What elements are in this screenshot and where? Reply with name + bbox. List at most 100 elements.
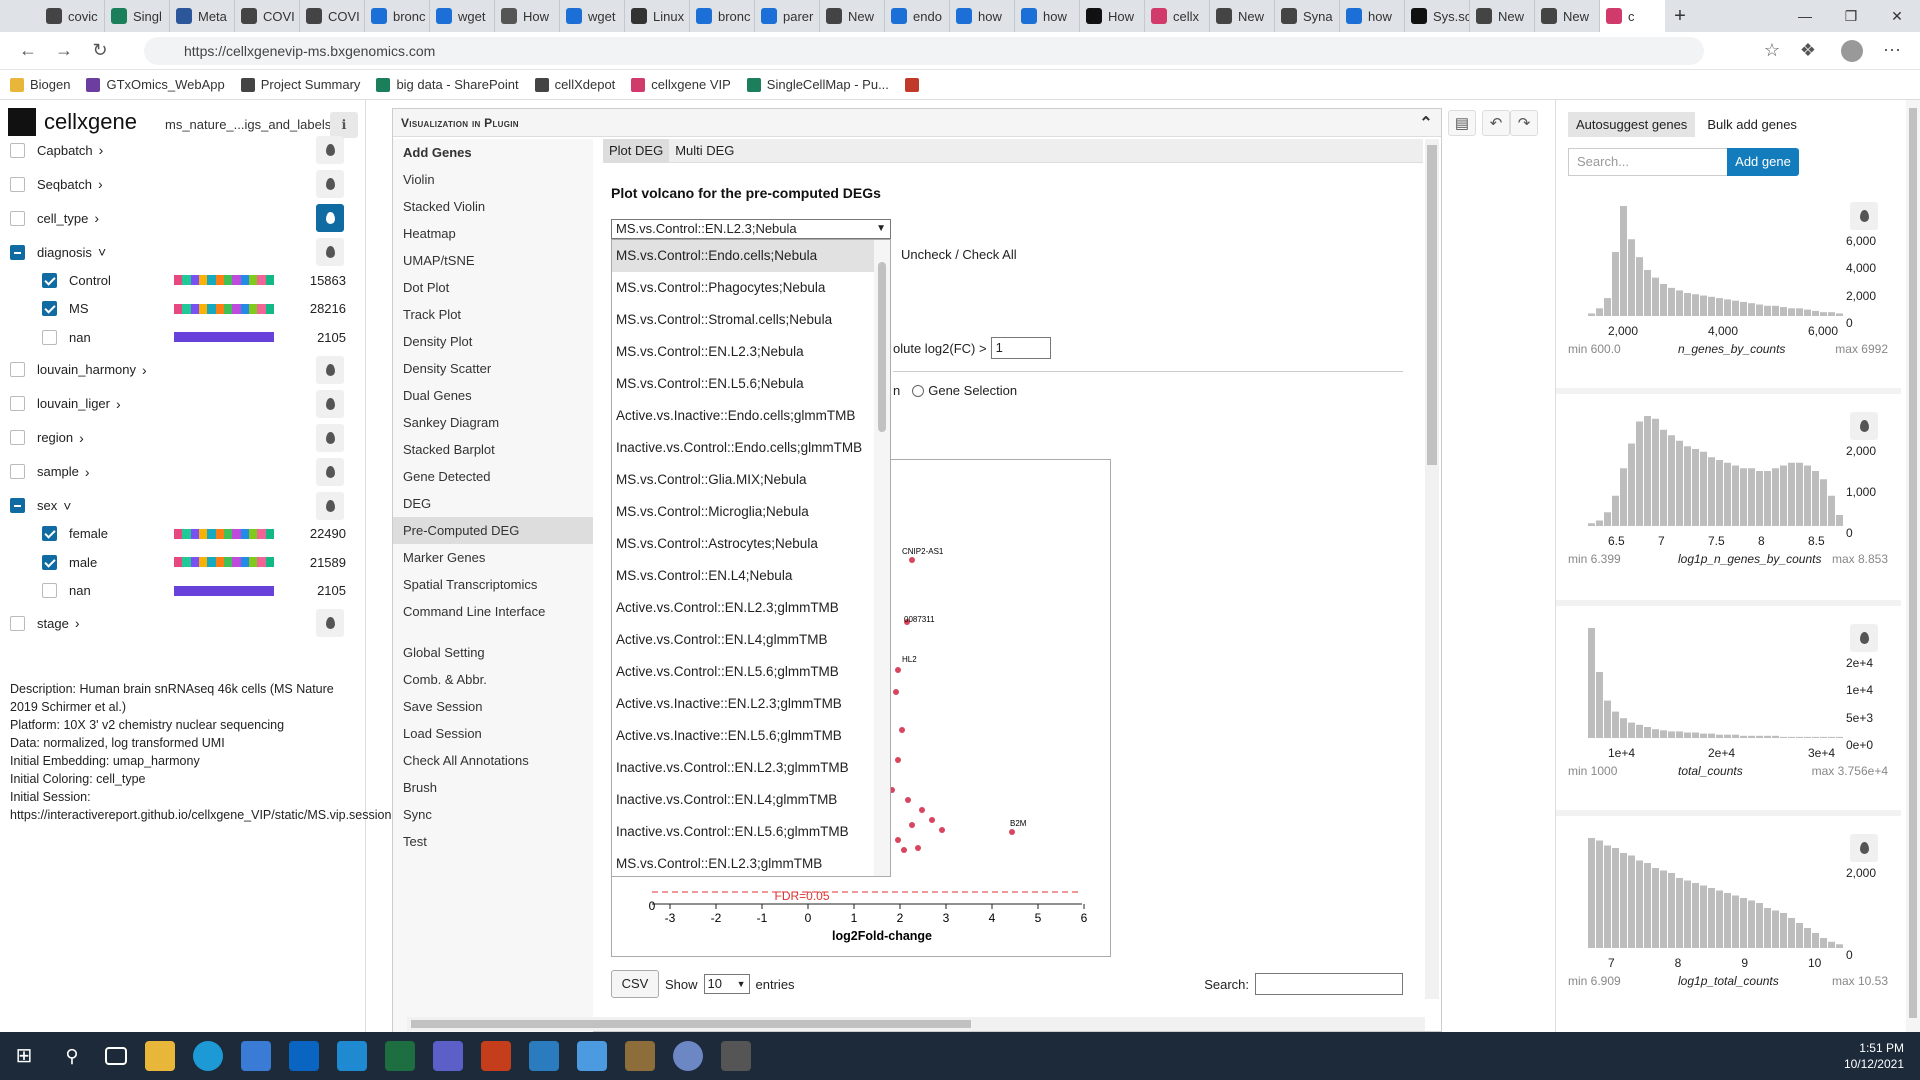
chevron-right-icon[interactable]: › [75,615,80,631]
category-checkbox[interactable] [10,396,25,411]
powerpoint-icon[interactable] [481,1041,511,1071]
redo-icon[interactable]: ↷ [1510,110,1538,136]
chevron-down-icon[interactable]: ˅ [63,498,71,514]
chevron-right-icon[interactable]: › [94,210,99,226]
category-sample[interactable]: sample › [10,457,356,486]
plugin-menu-item[interactable]: Save Session [393,693,593,720]
bookmark-item[interactable]: Project Summary [240,77,360,92]
dropdown-option[interactable]: MS.vs.Control::Phagocytes;Nebula [612,272,890,304]
plugin-menu-item[interactable]: Marker Genes [393,544,593,571]
bookmark-item[interactable]: big data - SharePoint [376,77,519,92]
app-icon[interactable] [721,1041,751,1071]
browser-tab[interactable]: COVI [300,0,365,32]
info-button[interactable]: ℹ [330,112,358,138]
forward-icon[interactable]: → [46,36,82,66]
log2fc-input[interactable]: 1 [990,337,1051,359]
windows-start-icon[interactable]: ⊞ [9,1041,39,1071]
bookmark-item[interactable]: GTxOmics_WebApp [86,77,225,92]
browser-tab[interactable]: bronc [365,0,430,32]
category-value-row[interactable]: MS 28216 [42,297,362,321]
chevron-right-icon[interactable]: › [99,142,104,158]
category-checkbox[interactable] [10,615,25,631]
plugin-menu-item[interactable]: Heatmap [393,220,593,247]
browser-tab[interactable]: parer [755,0,820,32]
category-value-row[interactable]: Control 15863 [42,268,362,292]
store-icon[interactable] [241,1041,271,1071]
category-value-row[interactable]: nan 2105 [42,325,362,349]
dropdown-option[interactable]: Inactive.vs.Control::Endo.cells;glmmTMB [612,432,890,464]
plugin-menu-item[interactable]: Dot Plot [393,274,593,301]
histogram-log1p-total-counts[interactable]: 2,000 0 7 8 9 10 min 6.909 log1p_total_counts ma… [1568,822,1888,1032]
plugin-menu-item[interactable]: Stacked Violin [393,193,593,220]
category-stage[interactable]: stage › [10,609,356,637]
close-icon[interactable]: ✕ [1874,0,1920,32]
category-capbatch[interactable]: Capbatch › [10,136,356,164]
category-sex[interactable]: sex ˅ [10,491,356,520]
plugin-menu-item[interactable]: Spatial Transcriptomics [393,571,593,598]
browser-tab[interactable]: bronc [690,0,755,32]
dropdown-option[interactable]: MS.vs.Control::Endo.cells;Nebula [612,240,890,272]
bookmark-item[interactable]: Biogen [10,77,70,92]
browser-tab[interactable]: Syna [1275,0,1340,32]
category-checkbox[interactable] [10,210,25,226]
category-louvain-harmony[interactable]: louvain_harmony › [10,355,356,384]
plugin-menu-item[interactable]: Dual Genes [393,382,593,409]
category-checkbox[interactable] [10,464,25,479]
color-by-drop-icon[interactable] [1850,202,1878,230]
reload-icon[interactable]: ↻ [82,36,118,66]
tab-plot-deg[interactable]: Plot DEG [603,139,670,162]
browser-tab[interactable]: endo [885,0,950,32]
new-tab-icon[interactable]: + [1665,5,1695,28]
pdf-bookmark-icon[interactable] [904,77,919,92]
csv-button[interactable]: CSV [611,970,659,998]
plugin-menu-item[interactable]: Check All Annotations [393,747,593,774]
dropdown-option[interactable]: Active.vs.Control::EN.L4;glmmTMB [612,624,890,656]
plugin-menu-item[interactable]: Gene Detected [393,463,593,490]
category-value-row[interactable]: nan 2105 [42,579,362,603]
plugin-menu-item[interactable]: Global Setting [393,639,593,666]
dropdown-option[interactable]: MS.vs.Control::EN.L2.3;glmmTMB [612,848,890,876]
dropdown-option[interactable]: Inactive.vs.Control::EN.L2.3;glmmTMB [612,752,890,784]
browser-tab[interactable]: New [820,0,885,32]
browser-tab[interactable]: wget [430,0,495,32]
tab-autosuggest-genes[interactable]: Autosuggest genes [1568,112,1696,137]
dropdown-option[interactable]: MS.vs.Control::EN.L4;Nebula [612,560,890,592]
r-icon[interactable] [673,1041,703,1071]
plugin-menu-item[interactable]: Stacked Barplot [393,436,593,463]
color-by-drop-icon[interactable] [316,457,344,486]
value-checkbox[interactable] [42,583,57,598]
plugin-menu-item[interactable]: Add Genes [393,139,593,166]
plugin-menu-item[interactable]: Brush [393,774,593,801]
browser-tab[interactable]: how [950,0,1015,32]
plugin-hscroll-thumb[interactable] [411,1020,971,1028]
entries-select[interactable]: 10 ▼ [703,974,750,994]
favorite-star-icon[interactable]: ☆ [1754,36,1790,66]
chevron-down-icon[interactable]: ˅ [98,244,106,260]
color-by-drop-icon[interactable] [1850,834,1878,862]
category-checkbox[interactable] [10,430,25,445]
edge-browser-icon[interactable] [193,1041,223,1071]
plugin-menu-item[interactable]: Violin [393,166,593,193]
plugin-menu-item[interactable]: Sync [393,801,593,828]
table-search-input[interactable] [1255,973,1403,995]
minimize-icon[interactable]: — [1782,0,1828,32]
excel-icon[interactable] [385,1041,415,1071]
dropdown-scroll-thumb[interactable] [878,262,886,432]
color-by-drop-icon[interactable] [316,238,344,266]
dropdown-option[interactable]: MS.vs.Control::Astrocytes;Nebula [612,528,890,560]
search-icon[interactable]: ⚲ [57,1041,87,1071]
histogram-n-genes-by-counts[interactable]: 6,000 4,000 2,000 0 2,000 4,000 6,000 min 600.0… [1568,190,1888,400]
dropdown-option[interactable]: Active.vs.Control::EN.L2.3;glmmTMB [612,592,890,624]
color-by-drop-icon[interactable] [316,355,344,384]
color-by-drop-icon[interactable] [316,423,344,452]
category-diagnosis[interactable]: diagnosis ˅ [10,238,356,266]
task-view-icon[interactable] [105,1047,127,1065]
plugin-menu-item[interactable]: Density Plot [393,328,593,355]
dropdown-option[interactable]: MS.vs.Control::Glia.MIX;Nebula [612,464,890,496]
dropdown-option[interactable]: MS.vs.Control::Stromal.cells;Nebula [612,304,890,336]
plugin-menu-item[interactable]: Track Plot [393,301,593,328]
plugin-vertical-scrollbar[interactable] [1425,139,1439,999]
value-checkbox[interactable] [42,329,57,345]
git-icon[interactable] [625,1041,655,1071]
browser-tab[interactable]: Linux [625,0,690,32]
